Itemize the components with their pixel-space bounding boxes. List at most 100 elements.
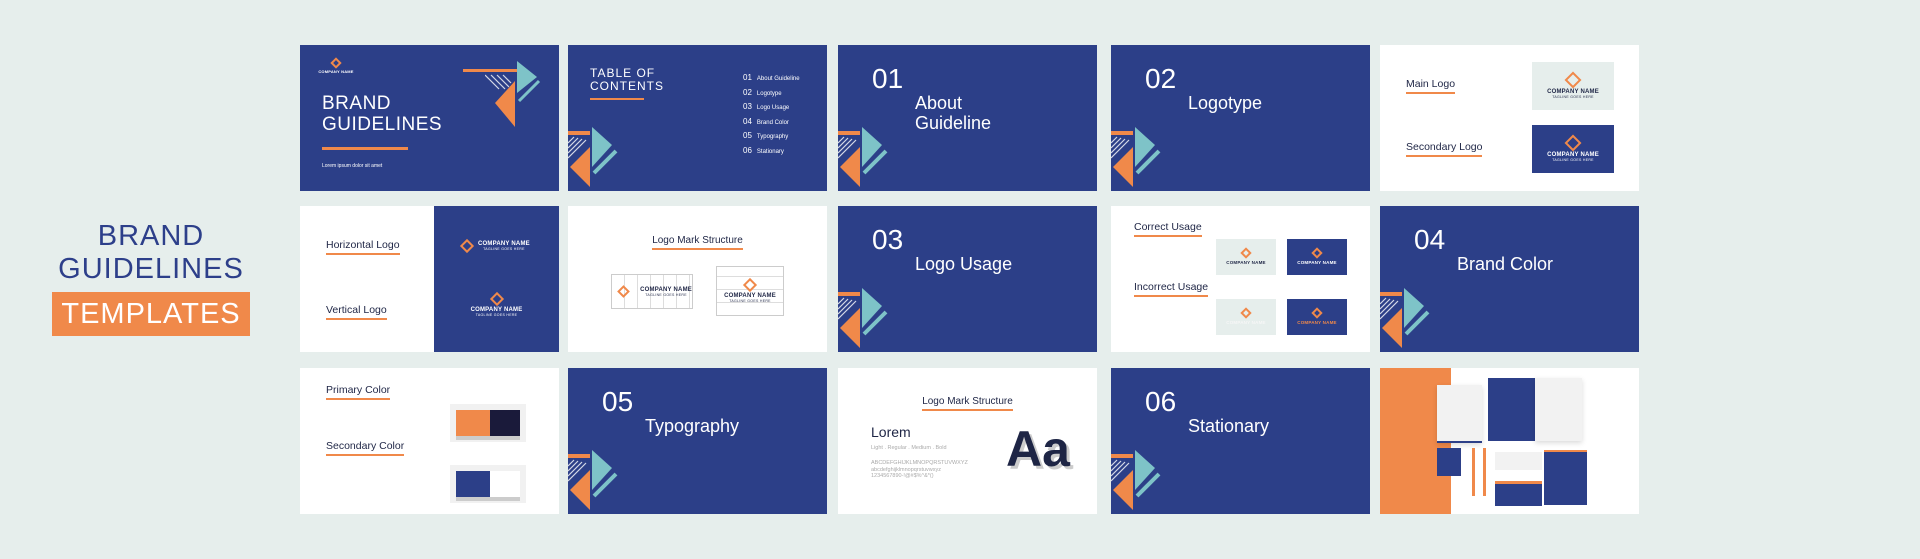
horizontal-logo: COMPANY NAME TAGLINE GOES HERE [459,238,530,254]
section-title: About Guideline [915,93,992,133]
section-number: 01 [872,63,904,94]
toc-item[interactable]: 03 Logo Usage [743,102,800,111]
toc-item-label: Brand Color [756,119,789,126]
secondary-color-label: Secondary Color [326,440,405,456]
primary-color-label: Primary Color [326,384,391,400]
section-number: 06 [1145,386,1177,417]
digits: 1234567890-!@#$%^&*() [871,473,934,479]
toc-item[interactable]: 02 Logotype [743,88,800,97]
section-number: 02 [1145,63,1177,94]
geometric-decoration-icon [568,450,618,510]
hero-title: BRAND GUIDELINES TEMPLATES [52,220,250,336]
section-number: 03 [872,224,904,255]
slide-section-06[interactable]: 06 Stationary [1111,368,1370,514]
section-number: 05 [602,386,634,417]
envelope-mockup [1495,452,1542,470]
slide-cover[interactable]: COMPANY NAME BRAND GUIDELINES Lorem ipsu… [300,45,559,191]
vertical-grid-logo: COMPANY NAME TAGLINE GOES HERE [716,266,784,316]
slide-section-01[interactable]: 01 About Guideline [838,45,1097,191]
swatch-dark-navy [490,410,520,440]
vertical-logo-label: Vertical Logo [326,304,387,320]
horizontal-grid-logo: COMPANY NAME TAGLINE GOES HERE [611,274,693,309]
slide-typography[interactable]: Logo Mark Structure Lorem Light . Regula… [838,368,1097,514]
cover-title-2: GUIDELINES [322,114,443,135]
toc-item-label: Typography [756,134,789,140]
geometric-decoration-icon [485,61,541,127]
secondary-logo-card: COMPANY NAME TAGLINE GOES HERE [1532,125,1614,173]
slide-section-03[interactable]: 03 Logo Usage [838,206,1097,352]
typeface-glyph: Aa [1006,421,1070,477]
bag-mockup [1544,450,1587,505]
correct-light-logo: COMPANY NAME [1216,239,1276,275]
hero-line-2: GUIDELINES [58,253,244,285]
toc-item-number: 05 [743,131,752,140]
hero-line-1: BRAND [97,220,205,252]
toc-item-number: 03 [743,102,752,111]
section-title: Brand Color [1457,254,1554,274]
logo-mark-icon [617,285,630,298]
company-name: COMPANY NAME [318,69,354,74]
section-title: Logo Usage [915,254,1013,274]
main-logo-card: COMPANY NAME TAGLINE GOES HERE [1532,62,1614,110]
slide-logo-usage[interactable]: Correct Usage Incorrect Usage COMPANY NA… [1111,206,1370,352]
geometric-decoration-icon [838,127,888,187]
incorrect-dark-logo: COMPANY NAME [1287,299,1347,335]
company-logo: COMPANY NAME [318,57,354,74]
secondary-logo-label: Secondary Logo [1406,141,1483,157]
geometric-decoration-icon [1380,288,1430,348]
typography-sample: Lorem [871,424,911,440]
slide-main-logo[interactable]: Main Logo Secondary Logo COMPANY NAME TAG… [1380,45,1639,191]
toc-item-label: Logotype [756,90,782,97]
toc-item[interactable]: 01 About Guideline [743,73,800,82]
lanyard-mockup [1472,448,1486,496]
typography-weights: Light . Regular . Medium . Bold [871,445,947,451]
toc-item-number: 06 [743,145,752,155]
slide-section-05[interactable]: 05 Typography [568,368,827,514]
letterhead-mockup [1437,385,1482,443]
geometric-decoration-icon [568,127,618,187]
incorrect-light-logo: COMPANY NAME [1216,299,1276,335]
logo-mark-icon [459,238,475,254]
toc-item-number: 01 [743,73,752,82]
alphabet-upper: ABCDEFGHIJKLMNOPQRSTUVWXYZ [871,460,968,466]
folder-mockup [1488,378,1535,441]
geometric-decoration-icon [838,288,888,348]
geometric-decoration-icon [1111,127,1161,187]
incorrect-usage-label: Incorrect Usage [1134,281,1209,297]
slide-logo-mark-structure[interactable]: Logo Mark Structure COMPANY NAME TAGLINE … [568,206,827,352]
section-title: Stationary [1188,416,1270,436]
geometric-decoration-icon [1111,450,1161,510]
toc-list: 01 About Guideline 02 Logotype 03 Logo Usage 0… [743,73,800,160]
logo-mark-icon [742,277,758,292]
cover-title-1: BRAND [322,93,392,114]
toc-item[interactable]: 04 Brand Color [743,117,800,126]
hero-badge: TEMPLATES [52,292,250,336]
toc-item-number: 02 [743,87,752,97]
correct-dark-logo: COMPANY NAME [1287,239,1347,275]
logo-mark-icon [1564,71,1582,88]
slide-brand-colors[interactable]: Primary Color Secondary Color [300,368,559,514]
toc-item[interactable]: 06 Stationary [743,146,800,155]
toc-item-label: Logo Usage [756,105,790,111]
toc-item-label: About Guideline [756,76,800,82]
section-number: 04 [1414,224,1446,255]
main-logo-label: Main Logo [1406,78,1456,94]
logo-mark-icon [489,291,504,307]
slide-section-02[interactable]: 02 Logotype [1111,45,1370,191]
logo-panel: COMPANY NAME TAGLINE GOES HERE COMPANY NA… [434,206,559,352]
business-card-mockup [1437,448,1461,476]
toc-item-number: 04 [743,116,752,126]
envelope-open-mockup [1495,481,1542,506]
cover-mockup [1535,378,1582,441]
toc-item-label: Stationary [756,148,784,155]
slide-table-of-contents[interactable]: TABLE OF CONTENTS 01 About Guideline 02 Log… [568,45,827,191]
slide-section-04[interactable]: 04 Brand Color [1380,206,1639,352]
vertical-logo: COMPANY NAME TAGLINE GOES HERE [434,291,559,317]
correct-usage-label: Correct Usage [1134,221,1202,237]
toc-item[interactable]: 05 Typography [743,131,800,140]
section-title: Logotype [1188,93,1263,113]
structure-title: Logo Mark Structure [652,235,743,250]
slide-logo-orientation[interactable]: Horizontal Logo Vertical Logo COMPANY NA… [300,206,559,352]
logo-mark-icon [330,57,342,69]
slide-stationary-mockup[interactable] [1380,368,1639,514]
